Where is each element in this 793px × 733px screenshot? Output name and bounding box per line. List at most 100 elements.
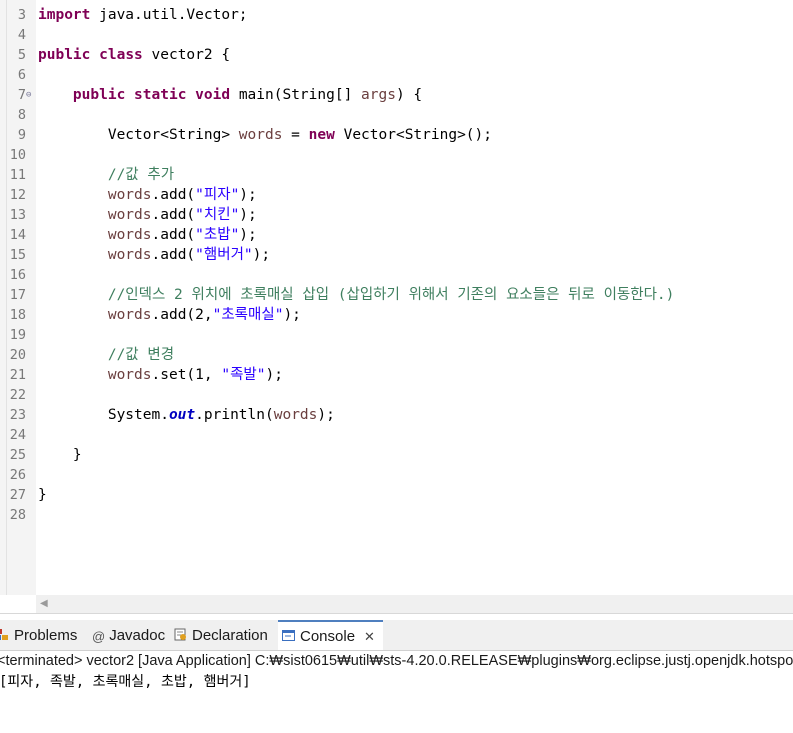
line-number: 5 [17, 47, 26, 63]
line-number: 20 [9, 347, 26, 363]
line-number: 11 [9, 167, 26, 183]
code-token: .add( [151, 207, 196, 223]
code-line: //인덱스 2 위치에 초록매실 삽입 (삽입하기 위해서 기존의 요소들은 뒤… [38, 285, 675, 305]
code-line: } [38, 485, 47, 505]
line-number: 28 [9, 507, 26, 523]
line-number: 25 [9, 447, 26, 463]
close-console-icon[interactable]: ✕ [364, 629, 375, 644]
code-token: words [107, 307, 152, 323]
line-number: 26 [9, 467, 26, 483]
code-token: void [195, 87, 231, 103]
code-token: "피자" [195, 187, 240, 203]
code-token: words [107, 247, 152, 263]
bottom-panel-tabs: Problems @ Javadoc Declaration Console ✕ [0, 620, 793, 651]
console-icon [282, 630, 295, 641]
line-number: 14 [9, 227, 26, 243]
code-token: ); [283, 307, 301, 323]
code-token: ); [239, 187, 257, 203]
code-editor[interactable]: 3 4 5 6 7 ⊖ 8 9 10 11 12 13 14 15 16 17 18 19 20 21 22 23 24 25… [0, 0, 793, 595]
code-token: out [168, 407, 196, 423]
line-number: 13 [9, 207, 26, 223]
line-number: 19 [9, 327, 26, 343]
code-token: java.util.Vector; [90, 7, 248, 23]
line-number: 9 [17, 127, 26, 143]
line-number: 21 [9, 367, 26, 383]
tab-console-label: Console [300, 628, 356, 645]
code-token: "초밥" [195, 227, 240, 243]
code-token: args [361, 87, 396, 103]
editor-horizontal-scrollbar[interactable]: ◀ [36, 595, 793, 613]
code-token: words [107, 187, 152, 203]
code-token: words [238, 127, 283, 143]
code-line: } [38, 445, 82, 465]
code-token: = [282, 127, 309, 143]
code-token: } [38, 487, 47, 503]
code-token: words [107, 227, 152, 243]
code-token: "햄버거" [195, 247, 253, 263]
line-number: 4 [17, 27, 26, 43]
code-token: ); [317, 407, 335, 423]
code-token: public [38, 47, 91, 63]
tab-javadoc-label: Javadoc [109, 627, 166, 644]
tab-declaration-label: Declaration [192, 627, 268, 644]
collapse-icon[interactable]: ⊖ [26, 85, 31, 105]
code-token: ); [239, 227, 257, 243]
problems-icon [0, 629, 8, 640]
scroll-left-arrow-icon[interactable]: ◀ [40, 598, 48, 609]
line-number: 23 [9, 407, 26, 423]
code-token: .add( [151, 187, 196, 203]
code-line: words.add("초밥"); [38, 225, 257, 245]
code-token: "족발" [221, 367, 266, 383]
line-number: 16 [9, 267, 26, 283]
code-token: ); [252, 247, 271, 263]
tab-problems-label: Problems [14, 627, 78, 644]
code-token: ) { [395, 87, 423, 103]
code-token: main(String[] [230, 87, 362, 103]
code-token: .add(2, [151, 307, 213, 323]
javadoc-icon: @ [92, 629, 106, 644]
code-token: public [72, 87, 126, 103]
tab-declaration[interactable]: Declaration [174, 620, 268, 650]
code-token: new [308, 127, 335, 143]
code-token: System. [38, 407, 169, 423]
line-number: 18 [9, 307, 26, 323]
line-number: 17 [9, 287, 26, 303]
code-token: //값 변경 [107, 347, 175, 363]
code-token: static [134, 87, 187, 103]
code-line: words.set(1, "족발"); [38, 365, 283, 385]
code-token: ); [239, 207, 257, 223]
code-token: class [99, 47, 143, 63]
code-line: words.add("피자"); [38, 185, 257, 205]
code-token: ); [265, 367, 283, 383]
tab-problems[interactable]: Problems [0, 620, 77, 650]
code-token: Vector<String> [38, 127, 239, 143]
code-token: .set(1, [151, 367, 222, 383]
tab-console[interactable]: Console ✕ [278, 620, 383, 650]
tab-javadoc[interactable]: @ Javadoc [92, 620, 165, 650]
code-line: public static void main(String[] args) { [38, 85, 422, 105]
code-token: .add( [151, 247, 196, 263]
code-line: //값 추가 [38, 165, 174, 185]
panel-divider[interactable] [0, 613, 793, 620]
code-token: "초록매실" [212, 307, 284, 323]
code-line: words.add("치킨"); [38, 205, 257, 225]
code-token: } [38, 447, 82, 463]
code-token: .add( [151, 227, 196, 243]
line-number: 7 [17, 87, 26, 103]
code-token: words [107, 367, 152, 383]
code-line: //값 변경 [38, 345, 174, 365]
line-number: 12 [9, 187, 26, 203]
line-number: 10 [9, 147, 26, 163]
